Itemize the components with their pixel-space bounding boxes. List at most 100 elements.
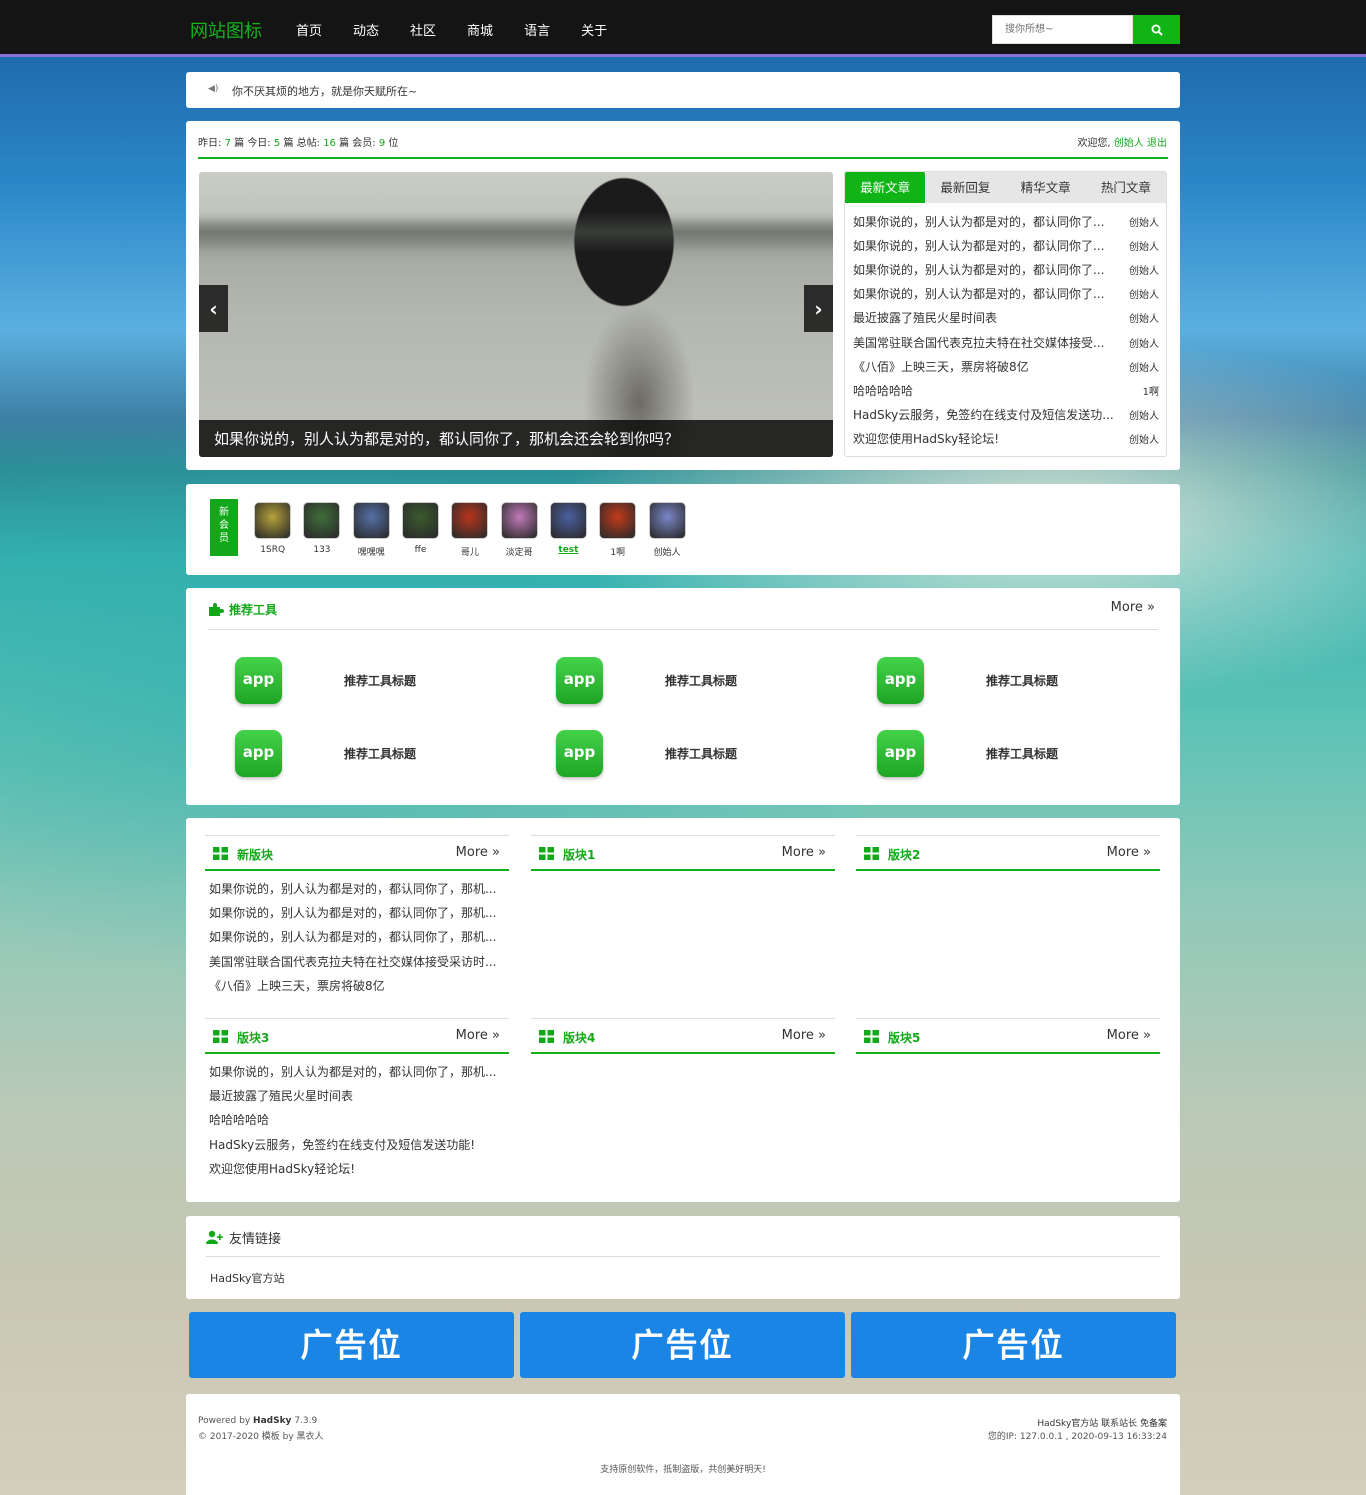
avatar[interactable] bbox=[500, 502, 538, 539]
board-more-link[interactable]: More » bbox=[1107, 845, 1151, 860]
list-item[interactable]: 如果你说的，别人认为都是对的，都认同你了，那机... bbox=[209, 1060, 505, 1084]
nav-about[interactable]: 关于 bbox=[581, 20, 607, 39]
article-author[interactable]: 创始人 bbox=[1129, 262, 1159, 277]
tool-title[interactable]: 推荐工具标题 bbox=[986, 745, 1058, 762]
list-item[interactable]: 如果你说的，别人认为都是对的，都认同你了，那机... bbox=[209, 877, 505, 901]
tools-more-link[interactable]: More » bbox=[1111, 600, 1155, 615]
avatar[interactable] bbox=[648, 502, 686, 539]
article-author[interactable]: 创始人 bbox=[1129, 310, 1159, 325]
tool-item[interactable]: app 推荐工具标题 bbox=[556, 657, 876, 707]
article-link[interactable]: 如果你说的，别人认为都是对的，都认同你了... bbox=[853, 237, 1113, 254]
avatar[interactable] bbox=[549, 502, 587, 539]
board-more-link[interactable]: More » bbox=[456, 845, 500, 860]
nav-shop[interactable]: 商城 bbox=[467, 20, 493, 39]
board-more-link[interactable]: More » bbox=[782, 1028, 826, 1043]
list-item[interactable]: 如果你说的，别人认为都是对的，都认同你了，那机... bbox=[209, 901, 505, 925]
member-item[interactable]: 创始人 bbox=[642, 502, 691, 558]
member-name[interactable]: 1啊 bbox=[593, 545, 642, 558]
nav-language[interactable]: 语言 bbox=[524, 20, 550, 39]
footer-links[interactable]: HadSky官方站 联系站长 免备案 bbox=[1037, 1416, 1167, 1429]
member-item[interactable]: 淡定哥 bbox=[494, 502, 543, 558]
article-link[interactable]: 哈哈哈哈哈 bbox=[853, 382, 1113, 399]
app-icon[interactable]: app bbox=[877, 657, 924, 704]
board-title[interactable]: 版块4 bbox=[563, 1029, 595, 1046]
member-name[interactable]: 1SRQ bbox=[248, 545, 297, 555]
article-author[interactable]: 创始人 bbox=[1129, 407, 1159, 422]
avatar[interactable] bbox=[599, 502, 637, 539]
tab-latest-replies[interactable]: 最新回复 bbox=[925, 172, 1005, 203]
nav-dynamic[interactable]: 动态 bbox=[353, 20, 379, 39]
member-name[interactable]: ffe bbox=[396, 545, 445, 555]
board-more-link[interactable]: More » bbox=[456, 1028, 500, 1043]
board-title[interactable]: 版块3 bbox=[237, 1029, 269, 1046]
avatar[interactable] bbox=[254, 502, 292, 539]
tool-title[interactable]: 推荐工具标题 bbox=[665, 745, 737, 762]
board-title[interactable]: 版块2 bbox=[888, 846, 920, 863]
friend-link[interactable]: HadSky官方站 bbox=[210, 1270, 284, 1286]
logout-link[interactable]: 退出 bbox=[1147, 138, 1167, 149]
app-icon[interactable]: app bbox=[235, 657, 282, 704]
article-author[interactable]: 创始人 bbox=[1129, 431, 1159, 446]
article-link[interactable]: 如果你说的，别人认为都是对的，都认同你了... bbox=[853, 213, 1113, 230]
tool-title[interactable]: 推荐工具标题 bbox=[344, 745, 416, 762]
avatar[interactable] bbox=[352, 502, 390, 539]
tab-latest-articles[interactable]: 最新文章 bbox=[845, 172, 926, 203]
board-title[interactable]: 版块5 bbox=[888, 1029, 920, 1046]
article-link[interactable]: 如果你说的，别人认为都是对的，都认同你了... bbox=[853, 261, 1113, 278]
article-link[interactable]: 如果你说的，别人认为都是对的，都认同你了... bbox=[853, 285, 1113, 302]
search-input[interactable] bbox=[992, 15, 1133, 44]
article-link[interactable]: 《八佰》上映三天，票房将破8亿 bbox=[853, 358, 1113, 375]
slider-prev-button[interactable]: ‹ bbox=[199, 285, 228, 332]
list-item[interactable]: 美国常驻联合国代表克拉夫特在社交媒体接受采访时... bbox=[209, 950, 505, 974]
ad-banner[interactable]: 广告位 bbox=[520, 1312, 845, 1378]
member-name[interactable]: 创始人 bbox=[642, 545, 691, 558]
board-title[interactable]: 新版块 bbox=[237, 846, 273, 863]
article-link[interactable]: 欢迎您使用HadSky轻论坛! bbox=[853, 430, 1113, 447]
slide-caption[interactable]: 如果你说的，别人认为都是对的，都认同你了，那机会还会轮到你吗？ bbox=[199, 420, 833, 457]
article-link[interactable]: HadSky云服务，免签约在线支付及短信发送功... bbox=[853, 406, 1113, 423]
slider-next-button[interactable]: › bbox=[804, 285, 833, 332]
list-item[interactable]: 如果你说的，别人认为都是对的，都认同你了，那机... bbox=[209, 925, 505, 949]
article-author[interactable]: 1啊 bbox=[1143, 383, 1159, 398]
article-link[interactable]: 美国常驻联合国代表克拉夫特在社交媒体接受... bbox=[853, 334, 1113, 351]
list-item[interactable]: 欢迎您使用HadSky轻论坛! bbox=[209, 1157, 505, 1181]
member-name[interactable]: 133 bbox=[297, 545, 346, 555]
avatar[interactable] bbox=[303, 502, 341, 539]
list-item[interactable]: 《八佰》上映三天，票房将破8亿 bbox=[209, 974, 505, 998]
list-item[interactable]: HadSky云服务，免签约在线支付及短信发送功能! bbox=[209, 1133, 505, 1157]
tool-item[interactable]: app 推荐工具标题 bbox=[556, 730, 876, 780]
member-item[interactable]: 1啊 bbox=[593, 502, 642, 558]
member-item[interactable]: 1SRQ bbox=[248, 502, 297, 558]
ad-banner[interactable]: 广告位 bbox=[851, 1312, 1176, 1378]
tool-title[interactable]: 推荐工具标题 bbox=[986, 672, 1058, 689]
article-author[interactable]: 创始人 bbox=[1129, 335, 1159, 350]
tool-item[interactable]: app 推荐工具标题 bbox=[235, 730, 555, 780]
user-link[interactable]: 创始人 bbox=[1114, 138, 1144, 149]
member-item[interactable]: 哥儿 bbox=[445, 502, 494, 558]
app-icon[interactable]: app bbox=[877, 730, 924, 777]
board-more-link[interactable]: More » bbox=[782, 845, 826, 860]
member-name[interactable]: test bbox=[544, 545, 593, 555]
site-logo[interactable]: 网站图标 bbox=[190, 17, 262, 43]
tab-hot[interactable]: 热门文章 bbox=[1086, 172, 1166, 203]
tool-item[interactable]: app 推荐工具标题 bbox=[877, 657, 1197, 707]
article-author[interactable]: 创始人 bbox=[1129, 286, 1159, 301]
board-title[interactable]: 版块1 bbox=[563, 846, 595, 863]
member-item[interactable]: ffe bbox=[396, 502, 445, 558]
member-item[interactable]: test bbox=[544, 502, 593, 558]
member-item[interactable]: 嘿嘿嘿 bbox=[347, 502, 396, 558]
nav-community[interactable]: 社区 bbox=[410, 20, 436, 39]
list-item[interactable]: 最近披露了殖民火星时间表 bbox=[209, 1084, 505, 1108]
avatar[interactable] bbox=[402, 502, 440, 539]
search-button[interactable] bbox=[1133, 15, 1180, 44]
board-more-link[interactable]: More » bbox=[1107, 1028, 1151, 1043]
nav-home[interactable]: 首页 bbox=[296, 20, 322, 39]
article-author[interactable]: 创始人 bbox=[1129, 359, 1159, 374]
member-name[interactable]: 哥儿 bbox=[445, 545, 494, 558]
member-item[interactable]: 133 bbox=[297, 502, 346, 558]
app-icon[interactable]: app bbox=[556, 730, 603, 777]
tool-item[interactable]: app 推荐工具标题 bbox=[235, 657, 555, 707]
avatar[interactable] bbox=[451, 502, 489, 539]
tool-item[interactable]: app 推荐工具标题 bbox=[877, 730, 1197, 780]
product-link[interactable]: HadSky bbox=[253, 1416, 291, 1426]
